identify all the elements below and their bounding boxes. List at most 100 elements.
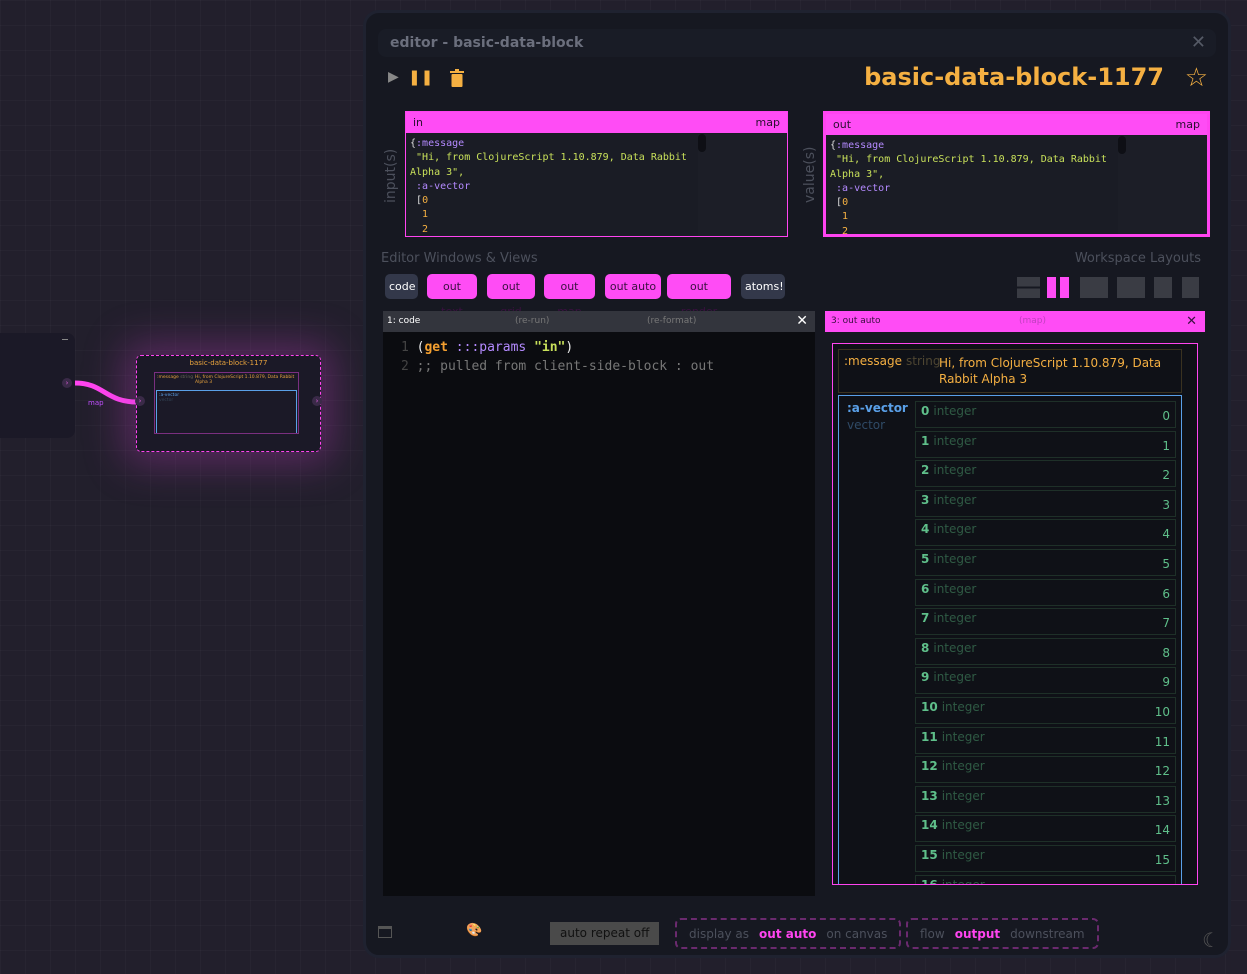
item-index: 12 integer [921, 759, 985, 774]
item-index: 10 integer [921, 700, 985, 714]
layout-sidebar-icon[interactable] [1182, 277, 1199, 298]
message-key: :message [844, 354, 902, 368]
view-button-atoms[interactable]: atoms! [741, 274, 785, 299]
item-value: 5 [1162, 557, 1170, 571]
item-index: 3 integer [921, 492, 977, 507]
close-icon[interactable]: ✕ [1191, 29, 1206, 57]
palette-icon[interactable]: 🎨 [466, 923, 482, 938]
vector-item: 1 integer 1 [915, 430, 1176, 458]
item-index: 11 integer [921, 729, 985, 744]
item-value: 11 [1154, 734, 1170, 749]
layout-tall-icon[interactable] [1154, 277, 1172, 298]
vector-item: 0 integer 0 [915, 401, 1176, 428]
layout-stacked-icon[interactable] [1017, 277, 1040, 298]
view-button-out-text[interactable]: out text [427, 274, 477, 318]
code-title: 1: code [387, 316, 421, 326]
flow-label: flow [920, 927, 945, 941]
edge-label: map [88, 399, 104, 407]
item-index: 9 integer [921, 670, 977, 685]
close-icon[interactable]: ✕ [796, 311, 808, 332]
auto-repeat-button[interactable]: auto repeat off [550, 922, 660, 945]
vector-item: 6 integer 6 [915, 578, 1176, 606]
layout-columns-icon[interactable] [1047, 277, 1069, 298]
edge-wire [74, 380, 141, 405]
view-button-out-grid[interactable]: out grid [487, 274, 535, 318]
vector-item: 10 integer 10 [915, 697, 1176, 724]
input-port[interactable]: › [135, 396, 145, 406]
code-editor[interactable]: 1 (get :::params "in") 2 ;; pulled from … [383, 332, 815, 382]
auto-view: :message string Hi, from ClojureScript 1… [832, 343, 1198, 885]
output-port[interactable]: › [312, 396, 322, 406]
scrollbar[interactable] [1118, 136, 1126, 154]
input-label: input(s) [383, 148, 399, 203]
vector-item: 7 integer 7 [915, 608, 1176, 636]
mini-vector-type: vector [159, 398, 174, 403]
item-value: 16 [1155, 883, 1170, 884]
vector-item: 9 integer 9 [915, 667, 1176, 695]
display-as-control[interactable]: display as out auto on canvas [675, 918, 902, 949]
window-icon[interactable] [378, 926, 392, 938]
display-as-value[interactable]: out auto [759, 927, 816, 941]
editor-titlebar[interactable]: editor - basic-data-block ✕ [378, 29, 1216, 57]
view-button-out-auto[interactable]: out auto [605, 274, 661, 299]
item-index: 8 integer [921, 640, 977, 655]
node-preview: :message string Hi, from ClojureScript 1… [154, 372, 299, 434]
vector-entry: :a-vector vector 0 integer 0 1 integer 1 2 inte… [838, 395, 1182, 885]
code-panel: 1: code (re-run) (re-format) ✕ 1 (get ::… [383, 311, 815, 896]
layout-grid-icon[interactable] [1080, 277, 1108, 298]
message-entry: :message string Hi, from ClojureScript 1… [838, 349, 1182, 393]
flow-value[interactable]: output [955, 927, 1000, 941]
item-value: 2 [1162, 468, 1170, 483]
close-icon[interactable]: ✕ [1186, 311, 1197, 332]
item-value: 0 [1162, 409, 1170, 423]
view-button-code[interactable]: code [385, 274, 418, 299]
downstream-label: downstream [1010, 927, 1085, 941]
scrollbar[interactable] [698, 134, 706, 152]
trash-icon[interactable] [450, 69, 464, 87]
mini-value: Hi, from ClojureScript 1.10.879, Data Ra… [195, 375, 295, 385]
value-label: value(s) [802, 146, 818, 203]
play-icon[interactable]: ▶ [388, 69, 399, 85]
vector-item: 12 integer 12 [915, 756, 1176, 784]
editor-window: editor - basic-data-block ✕ ▶ ❚❚ basic-da… [363, 10, 1231, 958]
item-value: 7 [1162, 616, 1170, 631]
star-icon[interactable]: ☆ [1185, 63, 1208, 93]
layout-split-icon[interactable] [1117, 277, 1145, 298]
item-index: 16 integer [921, 877, 985, 885]
view-button-out-map[interactable]: out map [544, 274, 595, 318]
vector-item: 2 integer 2 [915, 460, 1176, 488]
item-value: 4 [1162, 527, 1170, 542]
out-title: out [833, 118, 852, 131]
display-as-label: display as [689, 927, 750, 941]
vector-item: 16integer 16 [915, 874, 1176, 885]
views-label: Editor Windows & Views [381, 251, 538, 266]
item-value: 12 [1154, 764, 1170, 779]
item-index: 14 integer [921, 818, 985, 833]
out-data: {:message "Hi, from ClojureScript 1.10.8… [830, 140, 1113, 237]
out-panel: out map {:message "Hi, from ClojureScript… [823, 111, 1210, 237]
canvas-node-upstream[interactable]: › [0, 333, 75, 438]
in-title: in [413, 116, 424, 129]
resize-handle-icon[interactable]: ☾ [1202, 928, 1220, 952]
reformat-button[interactable]: (re-format) [647, 311, 696, 332]
item-value: 10 [1154, 705, 1170, 719]
out-auto-panel: 3: out auto (map) ✕ :message string Hi, … [825, 311, 1205, 896]
code-panel-header: 1: code (re-run) (re-format) ✕ [383, 311, 815, 332]
minimize-icon[interactable] [62, 339, 68, 340]
canvas-node-selected[interactable]: basic-data-block-1177 › › :message strin… [135, 355, 322, 452]
view-button-out-render[interactable]: out render [667, 274, 731, 318]
out-type: map [1175, 118, 1200, 131]
auto-type: (map) [1019, 316, 1047, 326]
message-type: string [906, 354, 941, 368]
vector-item: 8 integer 8 [915, 637, 1176, 665]
pause-icon[interactable]: ❚❚ [408, 68, 433, 86]
block-name[interactable]: basic-data-block-1177 [864, 63, 1164, 91]
rerun-button[interactable]: (re-run) [515, 311, 549, 332]
flow-control[interactable]: flow output downstream [906, 918, 1099, 949]
vector-item: 13 integer 13 [915, 785, 1176, 813]
item-index: 13 integer [921, 788, 985, 803]
item-value: 3 [1162, 497, 1170, 512]
vector-type: vector [847, 418, 886, 432]
mini-key: :message [157, 375, 179, 380]
item-value: 15 [1154, 853, 1170, 867]
